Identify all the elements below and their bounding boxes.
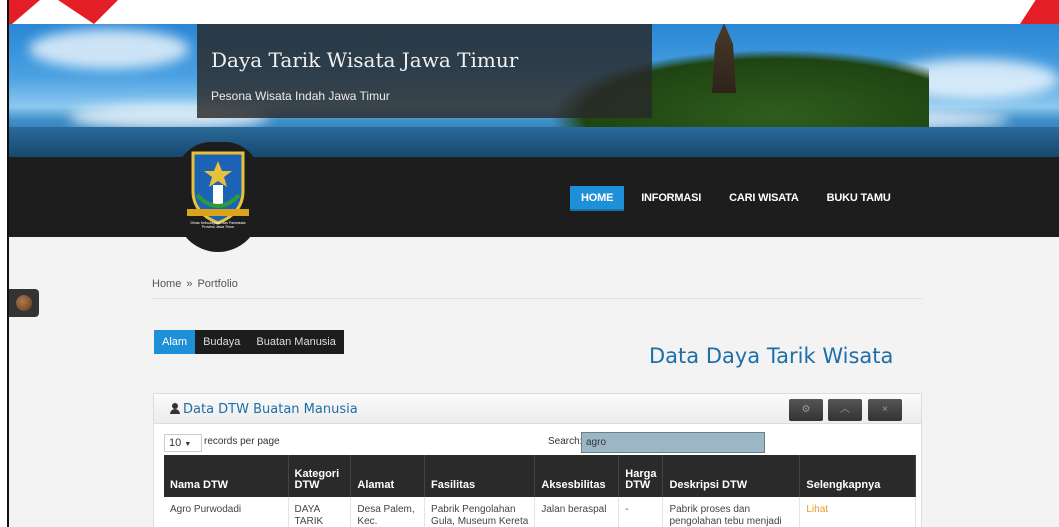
tab-budaya[interactable]: Budaya	[195, 330, 248, 354]
tab-alam[interactable]: Alam	[154, 330, 196, 354]
watermark	[0, 0, 1059, 24]
box-title: Data DTW Buatan Manusia	[170, 402, 358, 417]
avatar-icon	[16, 295, 32, 311]
nav-home[interactable]: HOME	[570, 186, 625, 211]
cell-deskripsi: Pabrik proses dan pengolahan tebu menjad…	[662, 497, 801, 527]
cell-nama: Agro Purwodadi	[164, 497, 289, 527]
cell-fasilitas: Pabrik Pengolahan Gula, Museum Kereta	[424, 497, 536, 527]
search-input[interactable]	[581, 432, 765, 453]
site-title: Daya Tarik Wisata Jawa Timur	[211, 48, 519, 72]
cell-selengkapnya: Lihat	[799, 497, 916, 527]
nav-informasi[interactable]: INFORMASI	[630, 186, 712, 211]
divider	[152, 298, 922, 299]
close-button[interactable]: ×	[868, 399, 902, 421]
user-icon	[170, 403, 180, 414]
col-fasilitas[interactable]: Fasilitas	[424, 455, 536, 497]
records-per-page-select[interactable]: 10 ▼	[164, 434, 202, 452]
side-widget-button[interactable]	[9, 289, 39, 317]
col-harga[interactable]: Harga DTW	[618, 455, 664, 497]
col-kategori[interactable]: Kategori DTW	[288, 455, 352, 497]
breadcrumb-current: Portfolio	[197, 278, 238, 290]
table-header-row: Nama DTW Kategori DTW Alamat Fasilitas A…	[164, 455, 916, 497]
detail-link[interactable]: Lihat	[806, 504, 828, 515]
table-row: Agro Purwodadi DAYA TARIK Desa Palem, Ke…	[164, 497, 916, 527]
box-header: Data DTW Buatan Manusia ⚙ ︿ ×	[154, 394, 921, 424]
data-table: Nama DTW Kategori DTW Alamat Fasilitas A…	[164, 455, 916, 527]
window-edge	[0, 0, 9, 527]
breadcrumb-separator: »	[186, 278, 193, 290]
site-title-box: Daya Tarik Wisata Jawa Timur Pesona Wisa…	[197, 16, 652, 118]
col-deskripsi[interactable]: Deskripsi DTW	[662, 455, 801, 497]
breadcrumb-home[interactable]: Home	[152, 278, 181, 290]
caret-down-icon: ▼	[184, 441, 192, 448]
data-box: Data DTW Buatan Manusia ⚙ ︿ × 10 ▼ recor…	[153, 393, 922, 527]
cell-alamat: Desa Palem, Kec.	[350, 497, 426, 527]
chevron-up-icon: ︿	[840, 404, 850, 415]
box-title-text: Data DTW Buatan Manusia	[183, 402, 358, 417]
logo-caption-2: Provinsi Jawa Timur	[202, 225, 235, 229]
search-label: Search:	[548, 436, 583, 447]
settings-button[interactable]: ⚙	[789, 399, 823, 421]
sea-image	[9, 127, 1059, 157]
main-nav: HOME INFORMASI CARI WISATA BUKU TAMU	[570, 186, 902, 211]
records-per-page-label: records per page	[204, 436, 280, 447]
site-subtitle: Pesona Wisata Indah Jawa Timur	[211, 89, 390, 103]
col-nama[interactable]: Nama DTW	[164, 455, 289, 497]
page-title: Data Daya Tarik Wisata	[649, 344, 894, 368]
close-icon: ×	[882, 404, 888, 415]
col-alamat[interactable]: Alamat	[350, 455, 426, 497]
gear-icon: ⚙	[801, 404, 811, 415]
records-per-page-value: 10	[169, 437, 182, 449]
collapse-button[interactable]: ︿	[828, 399, 862, 421]
col-selengkapnya[interactable]: Selengkapnya	[799, 455, 916, 497]
cell-aksesbilitas: Jalan beraspal	[534, 497, 620, 527]
col-aksesbilitas[interactable]: Aksesbilitas	[534, 455, 620, 497]
tab-buatan-manusia[interactable]: Buatan Manusia	[248, 330, 344, 354]
nav-buku-tamu[interactable]: BUKU TAMU	[816, 186, 902, 211]
cell-kategori: DAYA TARIK	[288, 497, 352, 527]
category-tabs: Alam Budaya Buatan Manusia	[154, 330, 344, 354]
nav-cari-wisata[interactable]: CARI WISATA	[718, 186, 810, 211]
cell-harga: -	[618, 497, 664, 527]
logo-crest-icon[interactable]: Dinas Kebudayaan dan Pariwisata Provinsi…	[179, 147, 257, 233]
breadcrumb: Home » Portfolio	[152, 278, 238, 290]
